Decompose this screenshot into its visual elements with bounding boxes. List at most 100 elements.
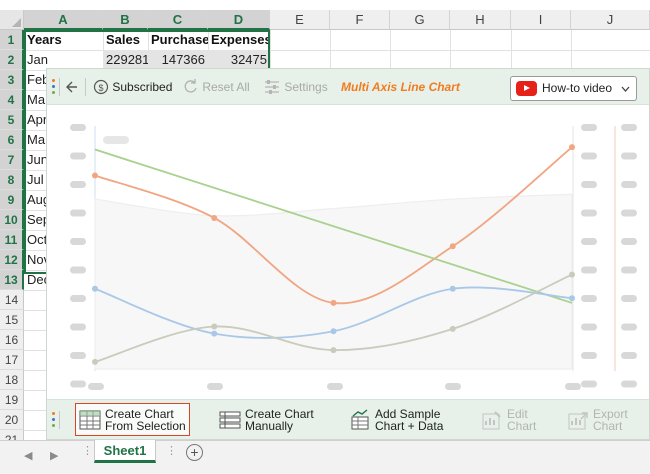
row-header-6[interactable]: 6 (0, 130, 24, 150)
cell-b1[interactable]: Sales (103, 30, 148, 50)
sample-chart-icon (351, 408, 369, 429)
row-header-12[interactable]: 12 (0, 250, 24, 270)
tab-overflow-icon[interactable]: ⋮ (82, 444, 93, 457)
y-axis-left-tick-placeholder (70, 323, 86, 331)
row-header-4[interactable]: 4 (0, 90, 24, 110)
y-axis-left-tick-placeholder (70, 266, 86, 274)
row-header-20[interactable]: 20 (0, 410, 24, 430)
cell-a1[interactable]: Years (24, 30, 103, 50)
month-cell[interactable]: Nov (24, 250, 46, 270)
month-cell[interactable]: Dec (24, 270, 46, 290)
row-header-9[interactable]: 9 (0, 190, 24, 210)
row-header-13[interactable]: 13 (0, 270, 24, 290)
y-axis-left-tick-placeholder (70, 238, 86, 245)
row-header-3[interactable]: 3 (0, 70, 24, 90)
scroll-right-icon[interactable]: ▶ (50, 449, 58, 462)
y-axis-far-right-tick-placeholder (621, 238, 637, 245)
y-axis-right-tick-placeholder (581, 238, 597, 245)
row-header-17[interactable]: 17 (0, 350, 24, 370)
row-header-15[interactable]: 15 (0, 310, 24, 330)
table-grid-icon (79, 410, 101, 429)
action-label-line2: Chart (593, 418, 623, 433)
column-header-f[interactable]: F (330, 10, 390, 30)
chart-addin-panel: $ Subscribed Reset All Settings Multi Ax… (46, 68, 650, 440)
month-cell[interactable]: Feb (24, 70, 46, 90)
cell-d1[interactable]: Expenses (208, 30, 270, 50)
select-all-corner[interactable] (0, 10, 24, 30)
column-header-j[interactable]: J (571, 10, 650, 30)
column-header-g[interactable]: G (390, 10, 450, 30)
row-header-7[interactable]: 7 (0, 150, 24, 170)
column-header-h[interactable]: H (450, 10, 511, 30)
month-cell[interactable]: Sep (24, 210, 46, 230)
action-label-line2: Chart (507, 418, 537, 433)
y-axis-right-tick-placeholder (581, 295, 597, 302)
add-sheet-button[interactable]: + (186, 444, 203, 461)
y-axis-far-right-tick-placeholder (621, 380, 637, 388)
row-header-19[interactable]: 19 (0, 390, 24, 410)
column-header-i[interactable]: I (511, 10, 571, 30)
sliders-icon (265, 80, 279, 94)
tab-overflow-icon[interactable]: ⋮ (166, 444, 177, 457)
how-to-video-button[interactable]: How-to video (510, 76, 637, 101)
youtube-icon (516, 81, 537, 96)
drag-handle[interactable] (52, 412, 56, 428)
month-cell[interactable]: Apr (24, 110, 46, 130)
edit-chart-icon (482, 410, 501, 429)
legend-placeholder (103, 136, 129, 144)
month-cell[interactable]: Jun (24, 150, 46, 170)
settings-button[interactable]: Settings (263, 69, 328, 105)
y-axis-right-tick-placeholder (581, 352, 597, 359)
row-header-11[interactable]: 11 (0, 230, 24, 250)
y-axis-left-tick-placeholder (70, 124, 86, 131)
data-point (449, 285, 456, 292)
row-header-18[interactable]: 18 (0, 370, 24, 390)
month-cell[interactable]: Ma (24, 130, 46, 150)
column-header-e[interactable]: E (270, 10, 330, 30)
create-chart-from-selection-button[interactable]: Create Chart From Selection (75, 403, 190, 436)
back-button[interactable] (65, 69, 79, 105)
export-chart-button[interactable]: Export Chart (567, 403, 628, 436)
row-header-14[interactable]: 14 (0, 290, 24, 310)
action-label-line2: Chart + Data (375, 418, 444, 433)
sheet-tab-sheet1[interactable]: Sheet1 (94, 440, 156, 463)
data-point (449, 325, 456, 332)
settings-label: Settings (284, 80, 328, 94)
row-header-2[interactable]: 2 (0, 50, 24, 70)
y-axis-right-tick-placeholder (581, 380, 597, 388)
row-header-8[interactable]: 8 (0, 170, 24, 190)
row-header-10[interactable]: 10 (0, 210, 24, 230)
reset-all-button[interactable]: Reset All (183, 69, 250, 105)
separator (59, 78, 60, 96)
export-chart-icon (568, 411, 588, 429)
data-point (569, 295, 575, 302)
cell-d2[interactable]: 32475 (208, 50, 270, 70)
edit-chart-button[interactable]: Edit Chart (481, 403, 536, 436)
create-chart-manually-button[interactable]: Create Chart Manually (219, 403, 314, 436)
data-point (330, 299, 337, 306)
month-cell[interactable]: Ma (24, 90, 46, 110)
row-header-1[interactable]: 1 (0, 30, 24, 50)
row-header-16[interactable]: 16 (0, 330, 24, 350)
cell-b2[interactable]: 229281 (103, 50, 148, 70)
subscribed-button[interactable]: $ Subscribed (93, 69, 172, 105)
column-header-b[interactable]: B (103, 10, 148, 30)
column-header-a[interactable]: A (24, 10, 103, 30)
scroll-left-icon[interactable]: ◀ (24, 449, 32, 462)
cell-c2[interactable]: 147366 (148, 50, 208, 70)
month-cell[interactable]: Jul (24, 170, 46, 190)
how-to-video-label: How-to video (542, 81, 613, 95)
cell-a2[interactable]: Jan (24, 50, 103, 70)
y-axis-right-tick-placeholder (581, 266, 597, 274)
add-sample-chart-button[interactable]: Add Sample Chart + Data (349, 403, 443, 436)
subscribed-label: Subscribed (112, 80, 173, 94)
y-axis-right-tick-placeholder (581, 124, 597, 131)
cell-c1[interactable]: Purchases (148, 30, 208, 50)
column-header-d[interactable]: D (208, 10, 270, 30)
month-cell[interactable]: Oct (24, 230, 46, 250)
manual-table-icon (219, 411, 241, 428)
drag-handle[interactable] (52, 79, 56, 95)
row-header-5[interactable]: 5 (0, 110, 24, 130)
month-cell[interactable]: Aug (24, 190, 46, 210)
column-header-c[interactable]: C (148, 10, 208, 30)
